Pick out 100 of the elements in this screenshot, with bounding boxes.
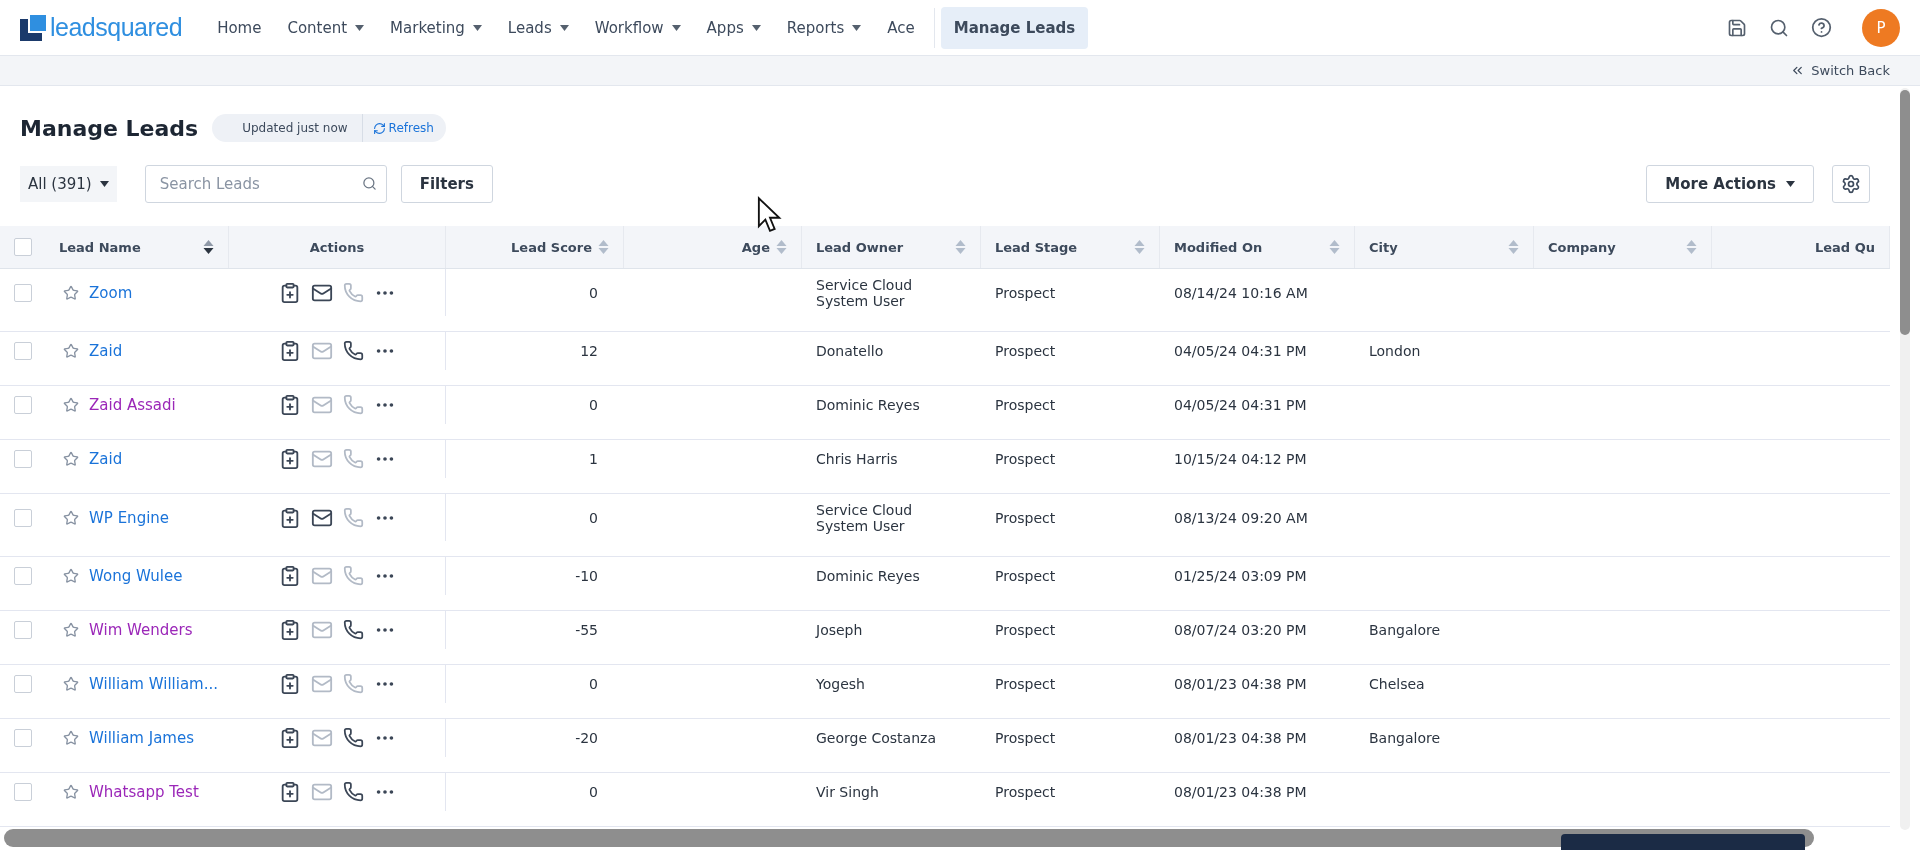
column-header[interactable]: Lead Owner xyxy=(802,226,981,268)
table-cell-text: 1 xyxy=(588,449,599,469)
lead-name-link[interactable]: Wim Wenders xyxy=(89,620,193,639)
table-cell-text: Prospect xyxy=(994,508,1057,528)
column-header[interactable]: Lead Qu xyxy=(1712,226,1890,268)
star-icon[interactable] xyxy=(63,396,79,413)
lead-name-link[interactable]: William William... xyxy=(89,674,219,693)
column-header[interactable]: City xyxy=(1355,226,1534,268)
lead-name-link[interactable]: William James xyxy=(89,728,194,747)
phone-icon[interactable] xyxy=(342,727,364,749)
save-icon[interactable] xyxy=(1727,17,1747,38)
column-header[interactable]: Modified On xyxy=(1160,226,1355,268)
table-cell-text: 0 xyxy=(588,674,599,694)
table-cell-text: 04/05/24 04:31 PM xyxy=(1173,341,1308,361)
row-checkbox[interactable] xyxy=(13,728,32,747)
lead-name-link[interactable]: Zaid xyxy=(89,341,123,360)
table-cell-text: Prospect xyxy=(994,449,1057,469)
table-cell-text: 12 xyxy=(579,341,599,361)
phone-icon[interactable] xyxy=(342,781,364,803)
search-icon[interactable] xyxy=(1769,17,1789,38)
lead-name-link[interactable]: WP Engine xyxy=(89,508,170,527)
phone-icon[interactable] xyxy=(342,619,364,641)
table-cell-text: Yogesh xyxy=(815,674,866,694)
refresh-button[interactable]: Refresh xyxy=(361,114,446,142)
nav-item[interactable]: Reports xyxy=(773,6,875,49)
lead-name-link[interactable]: Zaid xyxy=(89,449,123,468)
column-header[interactable]: Actions xyxy=(229,226,446,268)
nav-item[interactable]: Manage Leads xyxy=(940,6,1089,49)
table-cell-text: Prospect xyxy=(994,566,1057,586)
vertical-scrollbar[interactable] xyxy=(1900,88,1910,830)
help-icon[interactable] xyxy=(1811,17,1832,38)
switch-back-link[interactable]: Switch Back xyxy=(1790,63,1890,78)
view-dropdown[interactable]: All (391) xyxy=(20,166,117,202)
search-icon xyxy=(361,176,377,191)
table-cell-text: 08/07/24 03:20 PM xyxy=(1173,620,1308,640)
nav-item[interactable]: Leads xyxy=(494,6,582,49)
star-icon[interactable] xyxy=(63,342,79,359)
star-icon[interactable] xyxy=(63,729,79,746)
nav-item[interactable]: Marketing xyxy=(377,6,495,49)
table-cell-text: 0 xyxy=(588,283,599,303)
logo-icon xyxy=(20,14,46,41)
table-cell-text: London xyxy=(1368,341,1422,361)
table-cell-text: Joseph xyxy=(814,620,864,640)
table-cell-text: Dominic Reyes xyxy=(815,566,921,586)
nav-item[interactable]: Apps xyxy=(693,6,774,49)
table-cell-text: Prospect xyxy=(994,782,1057,802)
table-cell-text: Donatello xyxy=(815,341,885,361)
table-cell-text: 08/01/23 04:38 PM xyxy=(1173,728,1308,748)
caret-icon xyxy=(1786,181,1795,187)
star-icon[interactable] xyxy=(63,567,79,584)
star-icon[interactable] xyxy=(63,450,79,467)
table-cell-text: Prospect xyxy=(994,283,1057,303)
column-header[interactable]: Lead Score xyxy=(446,226,624,268)
table-cell-text: 0 xyxy=(588,395,599,415)
star-icon[interactable] xyxy=(63,509,79,526)
table-cell-text: 04/05/24 04:31 PM xyxy=(1173,395,1308,415)
row-checkbox[interactable] xyxy=(13,341,32,360)
row-checkbox[interactable] xyxy=(13,395,32,414)
column-header[interactable]: Lead Name xyxy=(45,226,229,268)
column-header[interactable]: Company xyxy=(1534,226,1712,268)
nav-item[interactable]: Ace xyxy=(874,6,928,49)
nav-item[interactable]: Workflow xyxy=(581,6,694,49)
lead-name-link[interactable]: Wong Wulee xyxy=(89,566,183,585)
table-cell-text: Bangalore xyxy=(1368,728,1442,748)
star-icon[interactable] xyxy=(63,284,79,301)
table-cell-text: Prospect xyxy=(994,620,1057,640)
page-title: Manage Leads xyxy=(20,115,199,141)
row-checkbox[interactable] xyxy=(13,449,32,468)
sort-icon[interactable] xyxy=(203,239,214,255)
row-checkbox[interactable] xyxy=(13,782,32,801)
settings-button[interactable] xyxy=(1832,165,1870,203)
row-checkbox[interactable] xyxy=(13,674,32,693)
row-checkbox[interactable] xyxy=(13,508,32,527)
filters-button[interactable]: Filters xyxy=(400,165,493,203)
settings-icon xyxy=(1841,174,1861,194)
row-checkbox[interactable] xyxy=(13,566,32,585)
update-status: Updated just now xyxy=(241,121,349,135)
select-all-checkbox[interactable] xyxy=(13,238,32,256)
lead-name-link[interactable]: Whatsapp Test xyxy=(89,782,199,801)
table-cell-text: Prospect xyxy=(994,341,1057,361)
more-actions-button[interactable]: More Actions xyxy=(1646,165,1814,203)
row-checkbox[interactable] xyxy=(13,283,32,302)
column-header[interactable]: Lead Stage xyxy=(981,226,1160,268)
table-cell-text: -10 xyxy=(574,566,599,586)
caret-icon xyxy=(99,181,109,187)
horizontal-scrollbar[interactable] xyxy=(4,829,1814,847)
search-field[interactable]: Search Leads xyxy=(144,165,387,203)
row-checkbox[interactable] xyxy=(13,620,32,639)
table-cell-text: Prospect xyxy=(994,395,1057,415)
star-icon[interactable] xyxy=(63,783,79,800)
table-cell-text: Dominic Reyes xyxy=(815,395,921,415)
lead-name-link[interactable]: Zoom xyxy=(89,283,133,302)
nav-item[interactable]: Content xyxy=(274,6,378,49)
star-icon[interactable] xyxy=(63,621,79,638)
table-cell-text: 0 xyxy=(588,508,599,528)
table-cell-text: 08/01/23 04:38 PM xyxy=(1173,674,1308,694)
phone-icon[interactable] xyxy=(342,340,364,362)
star-icon[interactable] xyxy=(63,675,79,692)
nav-item[interactable]: Home xyxy=(204,6,275,49)
lead-name-link[interactable]: Zaid Assadi xyxy=(89,395,176,414)
